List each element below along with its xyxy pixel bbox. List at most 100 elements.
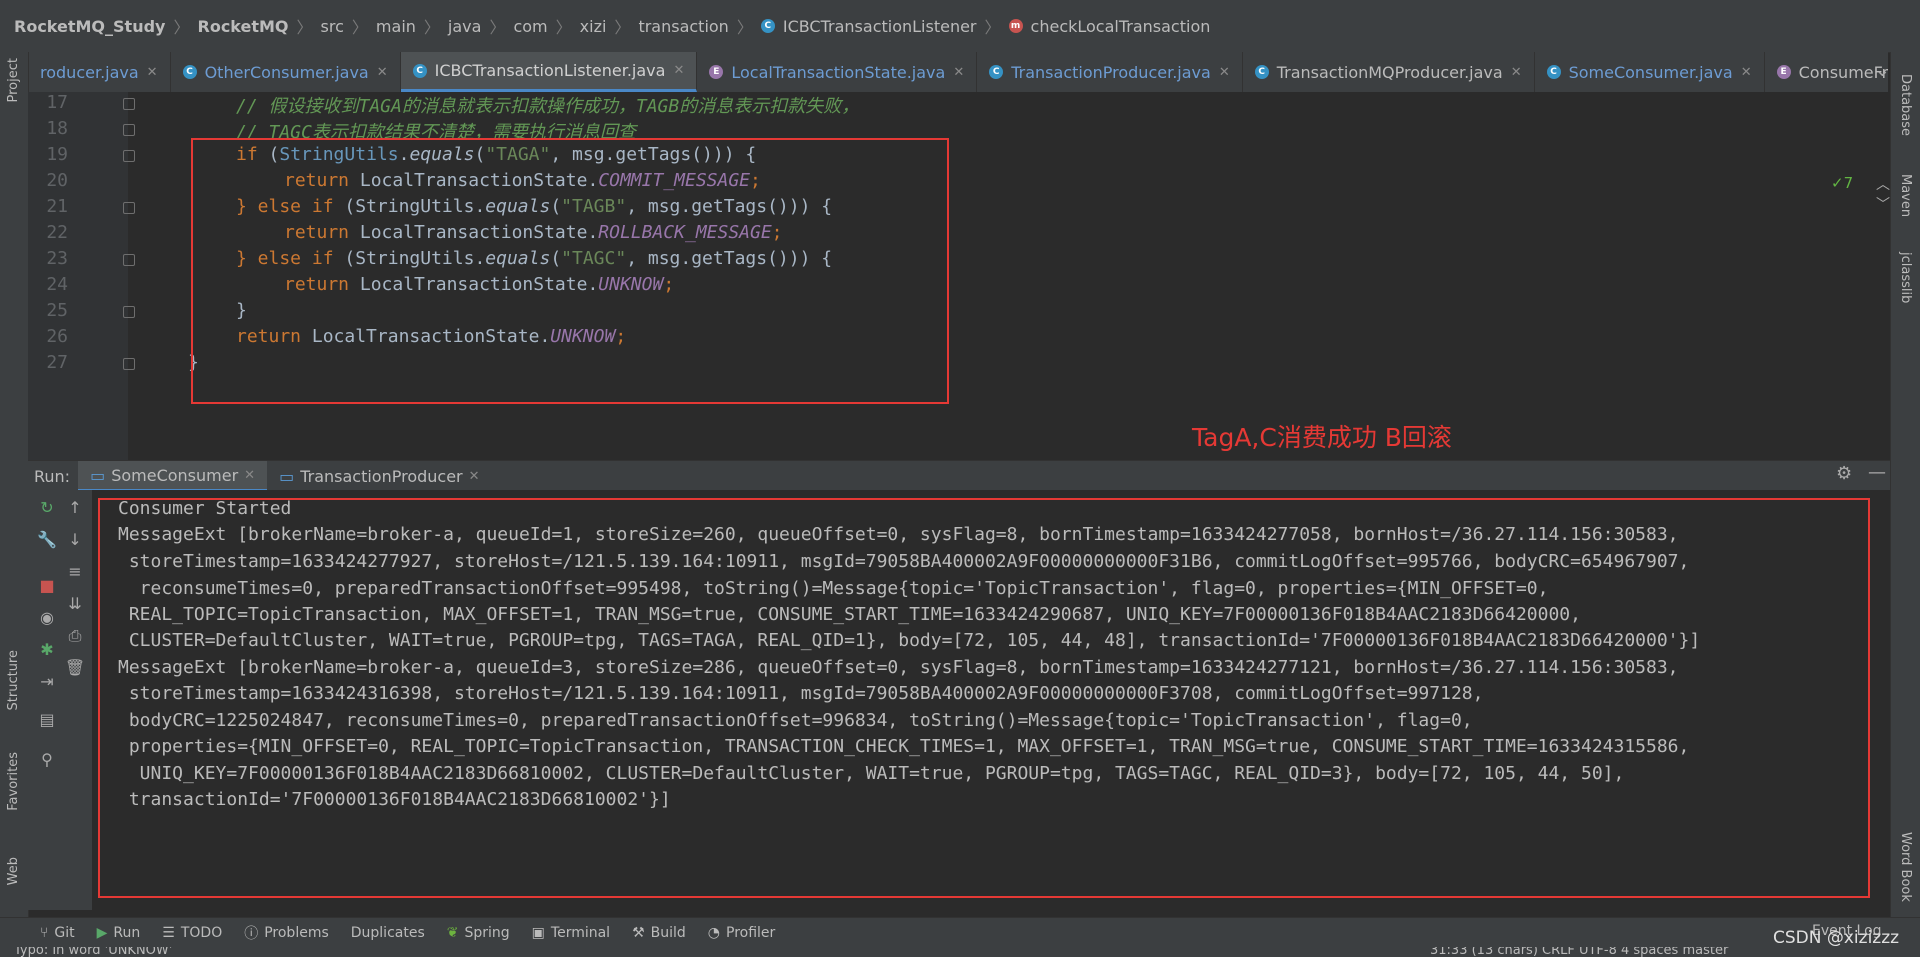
- editor-tab-bar: roducer.java ✕ C OtherConsumer.java ✕ C ICBC…: [28, 52, 1888, 93]
- close-icon[interactable]: ✕: [673, 63, 684, 78]
- breadcrumb-src[interactable]: src: [321, 17, 344, 36]
- tab-label: OtherConsumer.java: [204, 62, 369, 82]
- chevron-right-icon: 〉: [736, 18, 753, 37]
- trash-icon[interactable]: 🗑: [64, 658, 86, 677]
- fold-marker-icon[interactable]: [123, 202, 135, 214]
- run-tab-label: TransactionProducer: [300, 466, 463, 486]
- line-number: 20: [46, 170, 68, 191]
- tab-transaction-producer[interactable]: C TransactionProducer.java ✕: [977, 52, 1243, 92]
- close-icon[interactable]: ✕: [377, 65, 388, 80]
- tab-some-consumer[interactable]: C SomeConsumer.java ✕: [1535, 52, 1765, 92]
- chevron-right-icon: 〉: [555, 18, 572, 37]
- spring-tool-button[interactable]: ❦ Spring: [447, 925, 510, 941]
- tool-label: Terminal: [550, 924, 611, 941]
- breadcrumb-module[interactable]: RocketMQ: [198, 17, 289, 36]
- fold-marker-icon[interactable]: [123, 150, 135, 162]
- favorites-tool-button[interactable]: Favorites: [6, 752, 21, 811]
- tab-transaction-mq-producer[interactable]: C TransactionMQProducer.java ✕: [1243, 52, 1535, 92]
- rerun-icon[interactable]: ↻: [36, 498, 58, 517]
- maven-tool-button[interactable]: Maven: [1898, 174, 1913, 217]
- fold-marker-icon[interactable]: [123, 124, 135, 136]
- tab-label: TransactionProducer.java: [1011, 62, 1211, 82]
- soft-wrap-icon[interactable]: ≡: [64, 562, 86, 581]
- class-icon: C: [989, 65, 1004, 79]
- tab-producer[interactable]: roducer.java ✕: [28, 52, 171, 92]
- breadcrumb-class[interactable]: ICBCTransactionListener: [783, 17, 977, 36]
- layout-icon[interactable]: ▤: [36, 710, 58, 729]
- breadcrumb-xizi[interactable]: xizi: [580, 17, 607, 36]
- breadcrumb-java[interactable]: java: [448, 17, 482, 36]
- web-tool-button[interactable]: Web: [6, 857, 21, 885]
- run-tool-button[interactable]: ▶ Run: [97, 925, 141, 941]
- line-number: 22: [46, 222, 68, 243]
- run-toolbar: ↻ ↑ 🔧 ↓ ≡ ■ ⇊ ◉ ⎙ ✱ 🗑 ⇥ ▤ ⚲: [28, 490, 92, 910]
- line-number: 24: [46, 274, 68, 295]
- list-icon: ☰: [162, 924, 175, 941]
- problems-tool-button[interactable]: ⓘ Problems: [244, 923, 329, 943]
- jclasslib-tool-button[interactable]: jclasslib: [1898, 252, 1913, 303]
- exit-icon[interactable]: ⇥: [36, 672, 58, 691]
- breadcrumb-method[interactable]: checkLocalTransaction: [1031, 17, 1211, 36]
- status-info[interactable]: 31:33 (13 chars) CRLF UTF-8 4 spaces mas…: [1430, 947, 1728, 957]
- pin-icon[interactable]: ⚲: [36, 750, 58, 769]
- tab-local-transaction-state[interactable]: E LocalTransactionState.java ✕: [697, 52, 978, 92]
- close-icon[interactable]: ✕: [1741, 65, 1752, 80]
- structure-tool-button[interactable]: Structure: [6, 650, 21, 710]
- breadcrumb-main[interactable]: main: [376, 17, 416, 36]
- build-tool-button[interactable]: ⚒ Build: [632, 925, 686, 941]
- close-icon[interactable]: ✕: [1219, 65, 1230, 80]
- chevron-up-down-icon[interactable]: ︿ ﹀: [1876, 174, 1890, 214]
- word-book-tool-button[interactable]: Word Book: [1898, 832, 1913, 902]
- tab-label: ICBCTransactionListener.java: [434, 61, 666, 80]
- duplicates-tool-button[interactable]: Duplicates: [351, 925, 425, 941]
- bug-icon[interactable]: ✱: [36, 640, 58, 659]
- tab-other-consumer[interactable]: C OtherConsumer.java ✕: [171, 52, 401, 92]
- chevron-right-icon: 〉: [984, 18, 1001, 37]
- database-tool-button[interactable]: Database: [1898, 74, 1913, 136]
- arrow-up-icon[interactable]: ↑: [64, 498, 86, 517]
- breadcrumb-com[interactable]: com: [513, 17, 547, 36]
- breadcrumb-transaction[interactable]: transaction: [638, 17, 728, 36]
- todo-tool-button[interactable]: ☰ TODO: [162, 925, 222, 941]
- scroll-to-end-icon[interactable]: ⇊: [64, 594, 86, 613]
- tool-label: Run: [113, 924, 141, 941]
- tab-consume-from-where[interactable]: EConsumeFromWhere.java✕: [1765, 52, 1888, 92]
- line-number: 19: [46, 144, 68, 165]
- chevron-right-icon: 〉: [351, 18, 368, 37]
- profiler-tool-button[interactable]: ◔ Profiler: [708, 925, 776, 941]
- run-config-icon: ▭: [279, 466, 295, 486]
- inspection-widget[interactable]: ✓7: [1831, 174, 1853, 192]
- breadcrumb-project[interactable]: RocketMQ_Study: [14, 17, 165, 36]
- fold-marker-icon[interactable]: [123, 98, 135, 110]
- class-icon: C: [182, 65, 197, 79]
- fold-marker-icon[interactable]: [123, 254, 135, 266]
- chevron-right-icon: 〉: [173, 18, 190, 37]
- tabs-overflow-chevron-icon[interactable]: ⌄: [1875, 60, 1890, 81]
- git-tool-button[interactable]: ⑂ Git: [40, 925, 75, 941]
- status-message[interactable]: Typo: In word 'UNKNOW': [14, 947, 172, 957]
- stop-icon[interactable]: ■: [36, 576, 58, 595]
- print-icon[interactable]: ⎙: [64, 626, 86, 646]
- close-icon[interactable]: ✕: [244, 468, 255, 483]
- run-tab-transaction-producer[interactable]: ▭ TransactionProducer ✕: [267, 461, 491, 491]
- close-icon[interactable]: ✕: [953, 65, 964, 80]
- arrow-down-icon[interactable]: ↓: [64, 530, 86, 549]
- camera-icon[interactable]: ◉: [36, 608, 58, 627]
- terminal-tool-button[interactable]: ▣ Terminal: [532, 925, 610, 941]
- minimize-icon[interactable]: —: [1868, 462, 1886, 483]
- close-icon[interactable]: ✕: [1511, 65, 1522, 80]
- fold-marker-icon[interactable]: [123, 306, 135, 318]
- tab-icbc-transaction-listener[interactable]: C ICBCTransactionListener.java ✕: [400, 52, 698, 92]
- chevron-right-icon: 〉: [296, 18, 313, 37]
- fold-marker-icon[interactable]: [123, 358, 135, 370]
- spring-icon: ❦: [446, 924, 459, 941]
- project-tool-button[interactable]: Project: [6, 58, 21, 102]
- enum-icon: E: [709, 65, 724, 79]
- tool-label: Duplicates: [350, 924, 425, 941]
- wrench-icon[interactable]: 🔧: [36, 530, 58, 549]
- run-tab-some-consumer[interactable]: ▭ SomeConsumer ✕: [78, 461, 268, 491]
- console-highlight-box: [98, 498, 1870, 898]
- close-icon[interactable]: ✕: [469, 469, 480, 484]
- close-icon[interactable]: ✕: [147, 65, 158, 80]
- gear-icon[interactable]: ⚙: [1836, 463, 1852, 484]
